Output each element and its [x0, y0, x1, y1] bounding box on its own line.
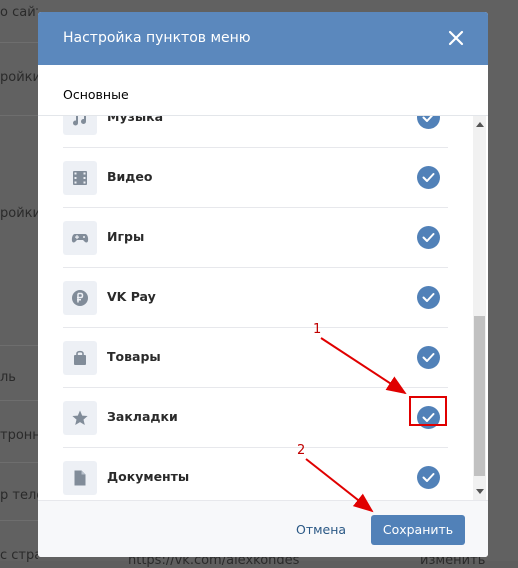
annotation-arrows — [305, 337, 407, 513]
annotation-arrow-1 — [320, 337, 407, 395]
annotation-arrow-2 — [305, 458, 374, 513]
annotation-label-1: 1 — [313, 322, 322, 337]
annotation-highlight-box — [409, 396, 447, 426]
annotation-label-2: 2 — [297, 443, 306, 458]
